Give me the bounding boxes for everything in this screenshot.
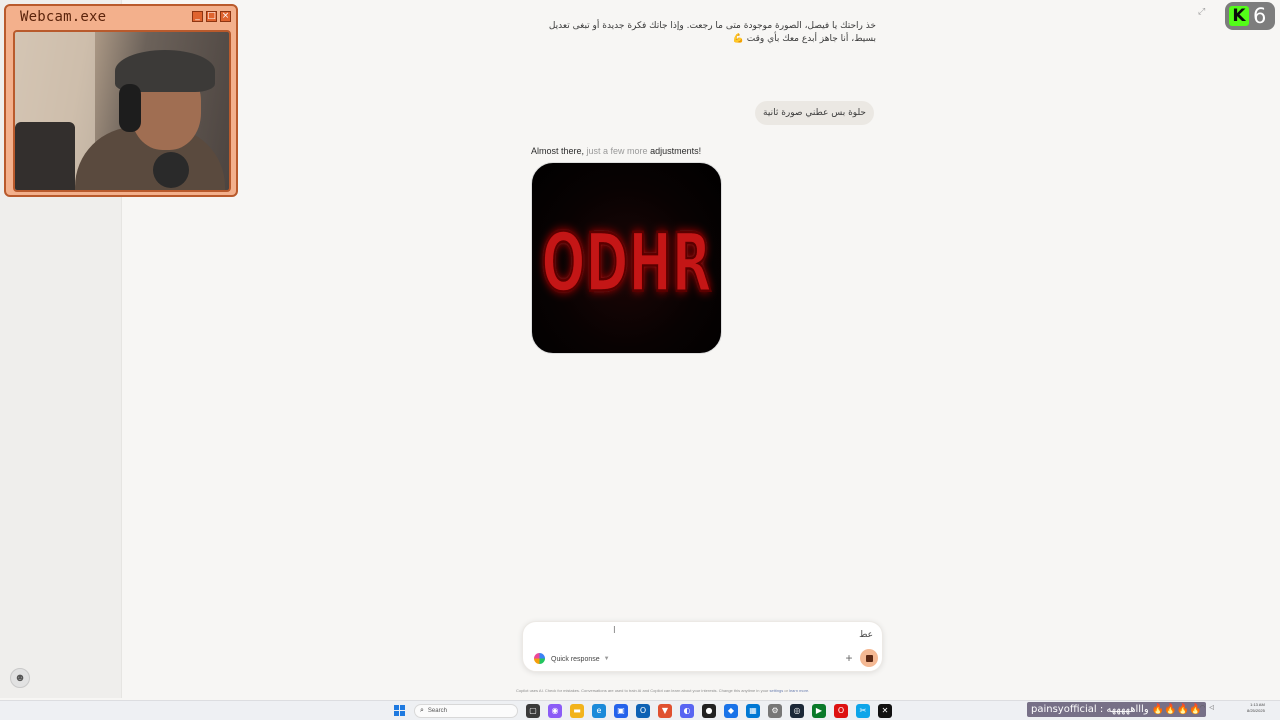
stop-icon [865,654,873,662]
brave-icon[interactable]: ▼ [658,704,672,718]
outlook-icon[interactable]: O [636,704,650,718]
stop-generation-button[interactable] [860,649,878,667]
taskbar-apps: ▢ ◉ ▬ e ▣ O ▼ ◐ ● ◆ ▦ ⚙ ◎ ▶ O ✂ ✕ [526,704,892,718]
expand-icon[interactable]: ⤢ [1198,6,1208,16]
maximize-icon: □ [206,11,217,22]
close-icon: × [220,11,231,22]
wifi-icon[interactable]: ◠ [1200,704,1205,711]
generated-image-art: ODHR [540,216,712,311]
taskbar-search[interactable]: ⌕ Search [414,704,518,718]
volume-icon[interactable]: ◁ [1209,704,1214,711]
generation-status: Almost there, just a few more adjustment… [531,146,701,156]
profile-avatar[interactable]: ☻ [10,668,30,688]
taskbar-clock[interactable]: 1:13 AM 8/25/2025 [1247,702,1265,714]
app-icon-blue[interactable]: ◆ [724,704,738,718]
photos-icon[interactable]: ▦ [746,704,760,718]
steam-icon[interactable]: ◎ [790,704,804,718]
search-icon: ⌕ [420,707,424,714]
assistant-message: خذ راحتك يا فيصل، الصورة موجودة متى ما ر… [548,21,876,44]
stream-chat-overlay: painsyofficial : واااهههههه 🔥🔥🔥🔥 [1027,702,1206,717]
file-explorer-icon[interactable]: ▬ [570,704,584,718]
status-part-3: adjustments! [647,146,702,156]
obs-icon[interactable]: ● [702,704,716,718]
terminal-icon[interactable]: ▶ [812,704,826,718]
generated-image-logo-text: ODHR [541,217,711,310]
minimize-icon: _ [192,11,203,22]
edge-icon[interactable]: e [592,704,606,718]
taskbar-search-placeholder: Search [427,708,447,714]
settings-icon[interactable]: ⚙ [768,704,782,718]
generated-image[interactable]: ODHR [531,162,722,354]
store-icon[interactable]: ▣ [614,704,628,718]
kick-viewer-badge: K 6 [1225,2,1275,30]
response-mode-dropdown[interactable]: Quick response ▼ [551,652,610,666]
webcam-title: Webcam.exe [20,8,107,25]
message-composer: I Quick response ▼ + [522,621,883,672]
status-part-2: just a few more [586,146,648,156]
message-input[interactable] [535,628,873,642]
user-message-bubble: حلوة بس عطني صورة ثانية [755,101,874,125]
discord-icon[interactable]: ◐ [680,704,694,718]
copilot-app-icon[interactable]: ◉ [548,704,562,718]
settings-link[interactable]: settings [769,688,783,693]
webcam-feed [13,30,231,192]
learn-more-link[interactable]: learn more. [789,688,809,693]
snip-icon[interactable]: ✂ [856,704,870,718]
kick-logo-icon: K [1229,6,1249,26]
copilot-logo-icon [534,653,545,664]
webcam-window-controls: _ □ × [192,11,231,22]
add-attachment-button[interactable]: + [842,650,856,666]
capcut-icon[interactable]: ✕ [878,704,892,718]
viewer-count: 6 [1253,4,1267,28]
disclaimer-body: Copilot uses AI. Check for mistakes. Con… [516,688,769,693]
windows-start-icon[interactable] [394,705,405,716]
clock-date: 8/25/2025 [1247,708,1265,713]
opera-icon[interactable]: O [834,704,848,718]
disclaimer-text: Copilot uses AI. Check for mistakes. Con… [516,688,892,693]
task-view-icon[interactable]: ▢ [526,704,540,718]
chevron-down-icon: ▼ [603,656,610,662]
response-mode-label: Quick response [551,655,600,663]
webcam-titlebar: Webcam.exe _ □ × [6,6,236,27]
webcam-overlay: Webcam.exe _ □ × [4,4,238,197]
status-part-1: Almost there, [531,146,587,156]
system-tray: ◠ ◁ [1200,704,1214,711]
